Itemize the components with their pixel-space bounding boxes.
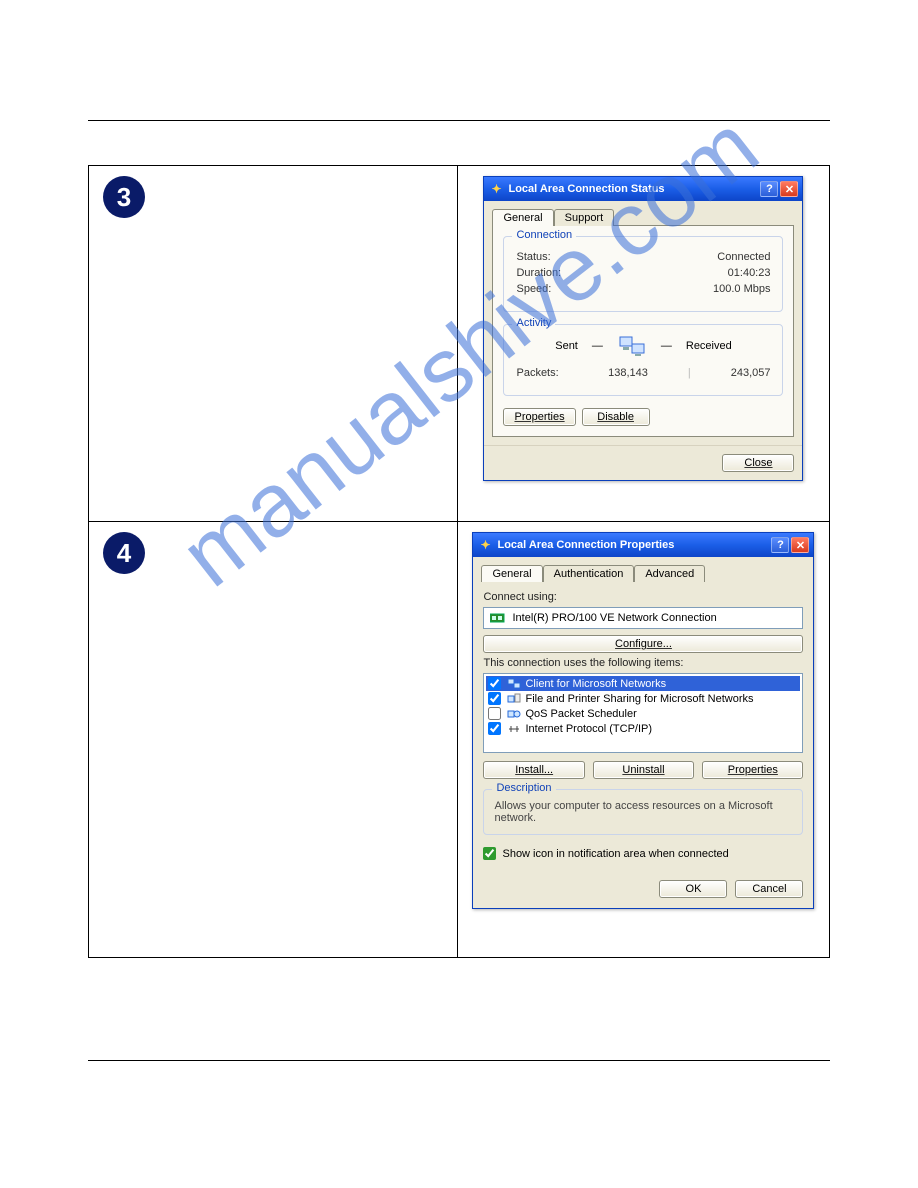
titlebar[interactable]: ✦ Local Area Connection Status ? ✕: [484, 177, 802, 201]
client-icon: [507, 678, 521, 690]
list-item[interactable]: Internet Protocol (TCP/IP): [486, 721, 800, 736]
items-list[interactable]: Client for Microsoft Networks File and P…: [483, 673, 803, 753]
item-label: QoS Packet Scheduler: [525, 708, 636, 720]
dialog-title: Local Area Connection Status: [508, 183, 760, 195]
network-icon: ✦: [477, 537, 493, 553]
nic-icon: [490, 612, 506, 624]
disable-button[interactable]: Disable: [582, 408, 650, 426]
activity-icon: [617, 335, 647, 357]
item-label: Client for Microsoft Networks: [525, 678, 666, 690]
nic-field: Intel(R) PRO/100 VE Network Connection: [483, 607, 803, 629]
step-4-cell: 4: [89, 522, 458, 957]
speed-label: Speed:: [516, 283, 551, 295]
divider-bottom: [88, 1060, 830, 1061]
step-badge-3: 3: [103, 176, 145, 218]
connection-status-dialog: ✦ Local Area Connection Status ? ✕ Gener…: [483, 176, 803, 481]
help-button[interactable]: ?: [771, 537, 789, 553]
status-dialog-cell: ✦ Local Area Connection Status ? ✕ Gener…: [458, 166, 829, 521]
tab-general[interactable]: General: [481, 565, 542, 582]
qos-icon: [507, 708, 521, 720]
description-group: Description Allows your computer to acce…: [483, 789, 803, 835]
list-item[interactable]: Client for Microsoft Networks: [486, 676, 800, 691]
properties-button[interactable]: Properties: [503, 408, 575, 426]
item-label: File and Printer Sharing for Microsoft N…: [525, 693, 753, 705]
ok-button[interactable]: OK: [659, 880, 727, 898]
items-label: This connection uses the following items…: [483, 657, 803, 669]
item-checkbox[interactable]: [488, 707, 501, 720]
activity-group: Activity Sent — — Received Packets:: [503, 324, 783, 396]
close-icon[interactable]: ✕: [780, 181, 798, 197]
item-checkbox[interactable]: [488, 692, 501, 705]
network-icon: ✦: [488, 181, 504, 197]
show-icon-label: Show icon in notification area when conn…: [502, 848, 728, 860]
show-icon-checkbox[interactable]: [483, 847, 496, 860]
tcpip-icon: [507, 723, 521, 735]
speed-value: 100.0 Mbps: [713, 283, 770, 295]
step-badge-4: 4: [103, 532, 145, 574]
close-icon[interactable]: ✕: [791, 537, 809, 553]
item-checkbox[interactable]: [488, 677, 501, 690]
status-value: Connected: [717, 251, 770, 263]
item-properties-button[interactable]: Properties: [702, 761, 803, 779]
help-button[interactable]: ?: [760, 181, 778, 197]
tab-general[interactable]: General: [492, 209, 553, 226]
steps-grid: 3 ✦ Local Area Connection Status ? ✕ Gen…: [88, 165, 830, 958]
status-label: Status:: [516, 251, 550, 263]
received-label: Received: [686, 340, 732, 352]
step-3-cell: 3: [89, 166, 458, 521]
duration-label: Duration:: [516, 267, 561, 279]
share-icon: [507, 693, 521, 705]
connect-using-label: Connect using:: [483, 591, 803, 603]
activity-legend: Activity: [512, 317, 555, 329]
tab-support[interactable]: Support: [554, 209, 615, 226]
divider-top: [88, 120, 830, 121]
list-item[interactable]: QoS Packet Scheduler: [486, 706, 800, 721]
uninstall-button[interactable]: Uninstall: [593, 761, 694, 779]
connection-legend: Connection: [512, 229, 576, 241]
tab-advanced[interactable]: Advanced: [634, 565, 705, 582]
sent-value: 138,143: [608, 367, 648, 379]
activity-line: —: [592, 340, 603, 352]
titlebar[interactable]: ✦ Local Area Connection Properties ? ✕: [473, 533, 813, 557]
item-label: Internet Protocol (TCP/IP): [525, 723, 652, 735]
list-item[interactable]: File and Printer Sharing for Microsoft N…: [486, 691, 800, 706]
configure-button[interactable]: Configure...: [483, 635, 803, 653]
description-legend: Description: [492, 782, 555, 794]
duration-value: 01:40:23: [728, 267, 771, 279]
properties-dialog-cell: ✦ Local Area Connection Properties ? ✕ G…: [458, 522, 829, 957]
activity-line: —: [661, 340, 672, 352]
connection-group: Connection Status:Connected Duration:01:…: [503, 236, 783, 312]
nic-name: Intel(R) PRO/100 VE Network Connection: [512, 612, 716, 624]
sent-label: Sent: [555, 340, 578, 352]
tab-authentication[interactable]: Authentication: [543, 565, 635, 582]
description-text: Allows your computer to access resources…: [494, 800, 792, 824]
connection-properties-dialog: ✦ Local Area Connection Properties ? ✕ G…: [472, 532, 814, 909]
dialog-title: Local Area Connection Properties: [497, 539, 771, 551]
item-checkbox[interactable]: [488, 722, 501, 735]
received-value: 243,057: [731, 367, 771, 379]
close-button[interactable]: Close: [722, 454, 794, 472]
packets-label: Packets:: [516, 367, 558, 379]
install-button[interactable]: Install...: [483, 761, 584, 779]
cancel-button[interactable]: Cancel: [735, 880, 803, 898]
show-icon-checkbox-row[interactable]: Show icon in notification area when conn…: [483, 847, 803, 860]
